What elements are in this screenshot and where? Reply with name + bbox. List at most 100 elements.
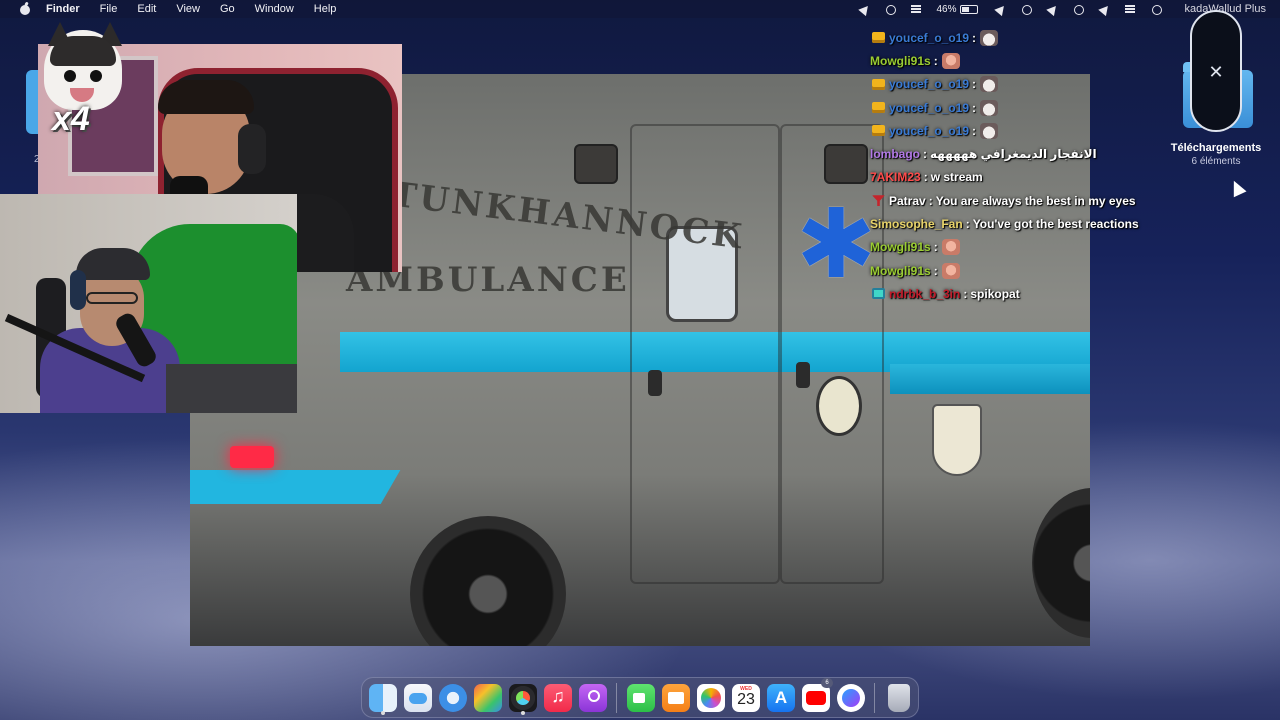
dock-icloud-icon[interactable] [404,683,432,712]
dock-messenger-icon[interactable] [837,683,865,712]
control-center-icon[interactable] [1124,4,1136,14]
star-of-life-icon: ✱ [796,191,877,298]
dock-calendar-icon[interactable]: WED 23 [732,683,760,712]
dock-youtube-icon[interactable]: 6 [802,677,833,712]
guest-desk [166,364,297,413]
ambulance-seal [816,376,862,436]
chat-text: spikopat [970,286,1020,301]
crown-badge-icon [872,32,885,44]
chat-username[interactable]: lombago [870,147,920,161]
feather-icon[interactable] [994,4,1006,14]
youtube-badge: 6 [821,677,833,688]
cat-fur-patch [50,36,116,66]
dock-launchpad-icon[interactable] [474,683,502,712]
battery-percent: 46% [936,3,957,15]
chat-message: youcef_o_o19: [870,96,1170,119]
face-emote-icon [941,262,960,279]
guest-glasses [86,292,138,304]
menu-edit[interactable]: Edit [137,3,156,15]
dock: WED 23 6 [361,677,919,718]
tool-icon[interactable] [1046,4,1058,14]
calendar-day: 23 [737,690,755,708]
cat-emote-icon [980,76,999,93]
chat-username[interactable]: youcef_o_o19 [889,124,969,138]
dock-trash-icon[interactable] [888,683,910,712]
face-emote-icon [941,52,960,69]
chat-separator: : [963,286,968,301]
dock-separator [874,682,875,713]
play-icon[interactable] [1020,4,1033,15]
menu-app-name[interactable]: Finder [46,3,80,15]
chat-message: Mowgli91s: [870,236,1170,259]
chat-username[interactable]: youcef_o_o19 [889,101,969,115]
dock-facetime-icon[interactable] [627,683,655,712]
menu-window[interactable]: Window [255,3,294,15]
chat-message: 7AKIM23: w stream [870,166,1170,189]
chat-username[interactable]: Simosophe_Fan [870,217,963,231]
chat-message: ndrbk_b_3in: spikopat [870,282,1170,305]
cat-multiplier-label: x4 [52,100,90,138]
headset-icon [70,270,86,310]
menu-help[interactable]: Help [314,3,337,15]
chat-message: youcef_o_o19: [870,73,1170,96]
face-emote-icon [941,239,960,256]
search-icon[interactable] [1072,4,1085,15]
webcam-guest [0,194,297,413]
chat-message: youcef_o_o19: [870,26,1170,49]
dock-separator [616,682,617,713]
chat-separator: : [972,30,977,45]
crown-badge-icon [872,125,885,137]
dock-finder-icon[interactable] [369,683,397,715]
folder-item-count: 6 éléments [1191,156,1241,167]
chat-username[interactable]: ndrbk_b_3in [889,287,960,301]
ambulance-door-left [630,124,780,584]
folder-name: Téléchargements [1170,142,1262,154]
bolt-icon[interactable] [910,4,922,14]
wifi-icon[interactable] [1098,4,1110,14]
chat-username[interactable]: youcef_o_o19 [889,31,969,45]
apple-menu-icon[interactable] [18,3,34,15]
mod-badge-icon [872,195,885,207]
door-handle [796,362,810,388]
chat-message: youcef_o_o19: [870,119,1170,142]
chat-username[interactable]: Mowgli91s [870,54,931,68]
chat-username[interactable]: Mowgli91s [870,240,931,254]
ambulance-light-right [824,144,868,184]
battery-icon[interactable] [960,4,979,14]
cat-emote-icon [980,29,999,46]
dock-app-store-icon[interactable] [767,683,795,712]
chat-message: Mowgli91s: [870,259,1170,282]
chat-text: w stream [930,170,983,185]
chat-text: الانفجار الديمغرافي هههههه [930,147,1097,162]
ambulance-shield-logo [932,404,982,476]
menu-file[interactable]: File [100,3,118,15]
cat-emote-overlay: x4 [40,22,126,138]
ambulance-light-left [574,144,618,184]
running-indicator [521,710,525,715]
chat-message: Mowgli91s: [870,49,1170,72]
downloads-folder[interactable]: Téléchargements 6 éléments [1160,10,1272,170]
chat-separator: : [933,240,938,255]
dock-davinci-resolve-icon[interactable] [509,683,537,715]
ambulance-red-light [230,446,274,468]
chat-username[interactable]: Mowgli91s [870,264,931,278]
streamer-logo-icon [1190,10,1242,132]
chat-username[interactable]: 7AKIM23 [870,170,921,184]
menu-go[interactable]: Go [220,3,235,15]
microphone-icon[interactable] [884,4,897,15]
menu-view[interactable]: View [176,3,200,15]
dock-podcasts-icon[interactable] [579,683,607,712]
chat-separator: : [923,147,927,162]
chat-separator: : [933,263,938,278]
dock-photos-icon[interactable] [697,683,725,712]
crown-badge-icon [872,78,885,90]
location-icon[interactable] [858,4,870,14]
dock-music-icon[interactable] [544,683,572,712]
ambulance-stripe-lower [890,364,1090,394]
dock-safari-icon[interactable] [439,683,467,712]
chat-separator: : [972,77,977,92]
chat-username[interactable]: youcef_o_o19 [889,77,969,91]
chat-text: You are always the best in my eyes [935,193,1136,208]
chat-username[interactable]: Patrav [889,194,926,208]
dock-books-icon[interactable] [662,683,690,712]
